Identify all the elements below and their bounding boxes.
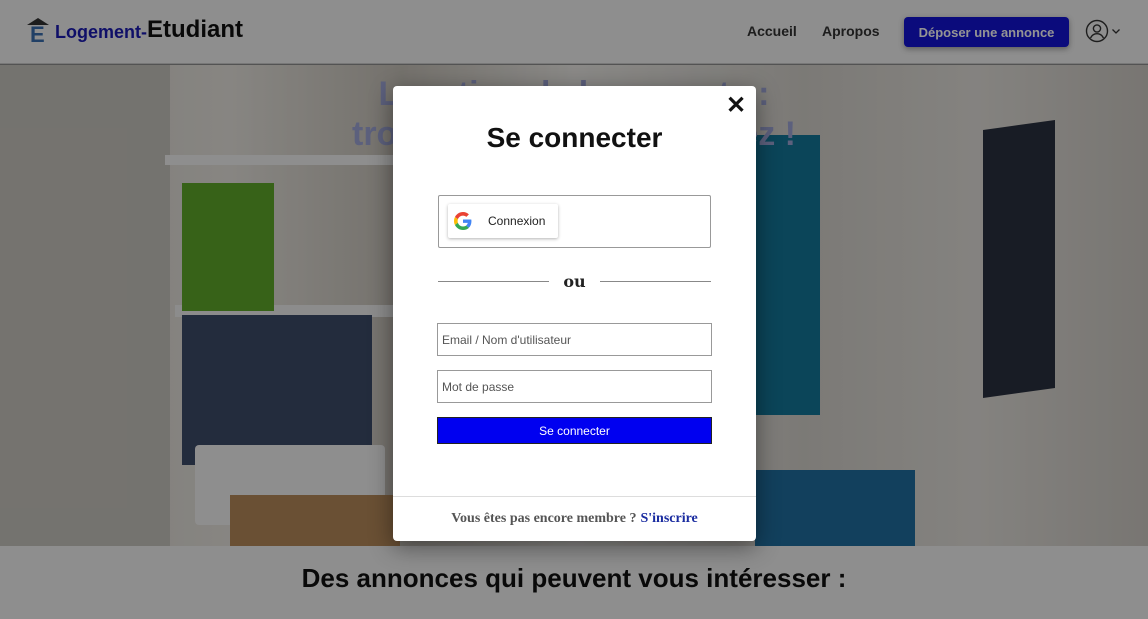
divider: [599, 280, 711, 282]
login-modal: ✕ Se connecter Connexion ou Se connecter…: [393, 86, 756, 541]
modal-title: Se connecter: [486, 122, 663, 153]
password-input[interactable]: [437, 370, 712, 403]
modal-footer: Vous êtes pas encore membre ? S'inscrire: [393, 496, 756, 541]
email-username-input[interactable]: [437, 323, 712, 356]
divider: [438, 280, 550, 282]
or-separator: ou: [438, 269, 711, 293]
login-submit-button[interactable]: Se connecter: [437, 417, 712, 444]
signup-question: Vous êtes pas encore membre ?: [451, 511, 637, 526]
or-text: ou: [563, 271, 586, 291]
google-signin-button[interactable]: Connexion: [448, 204, 558, 238]
close-icon[interactable]: ✕: [726, 94, 746, 118]
signup-link[interactable]: S'inscrire: [640, 511, 697, 527]
google-signin-container: Connexion: [438, 195, 711, 248]
google-icon: [448, 212, 478, 230]
google-signin-label: Connexion: [488, 214, 546, 228]
